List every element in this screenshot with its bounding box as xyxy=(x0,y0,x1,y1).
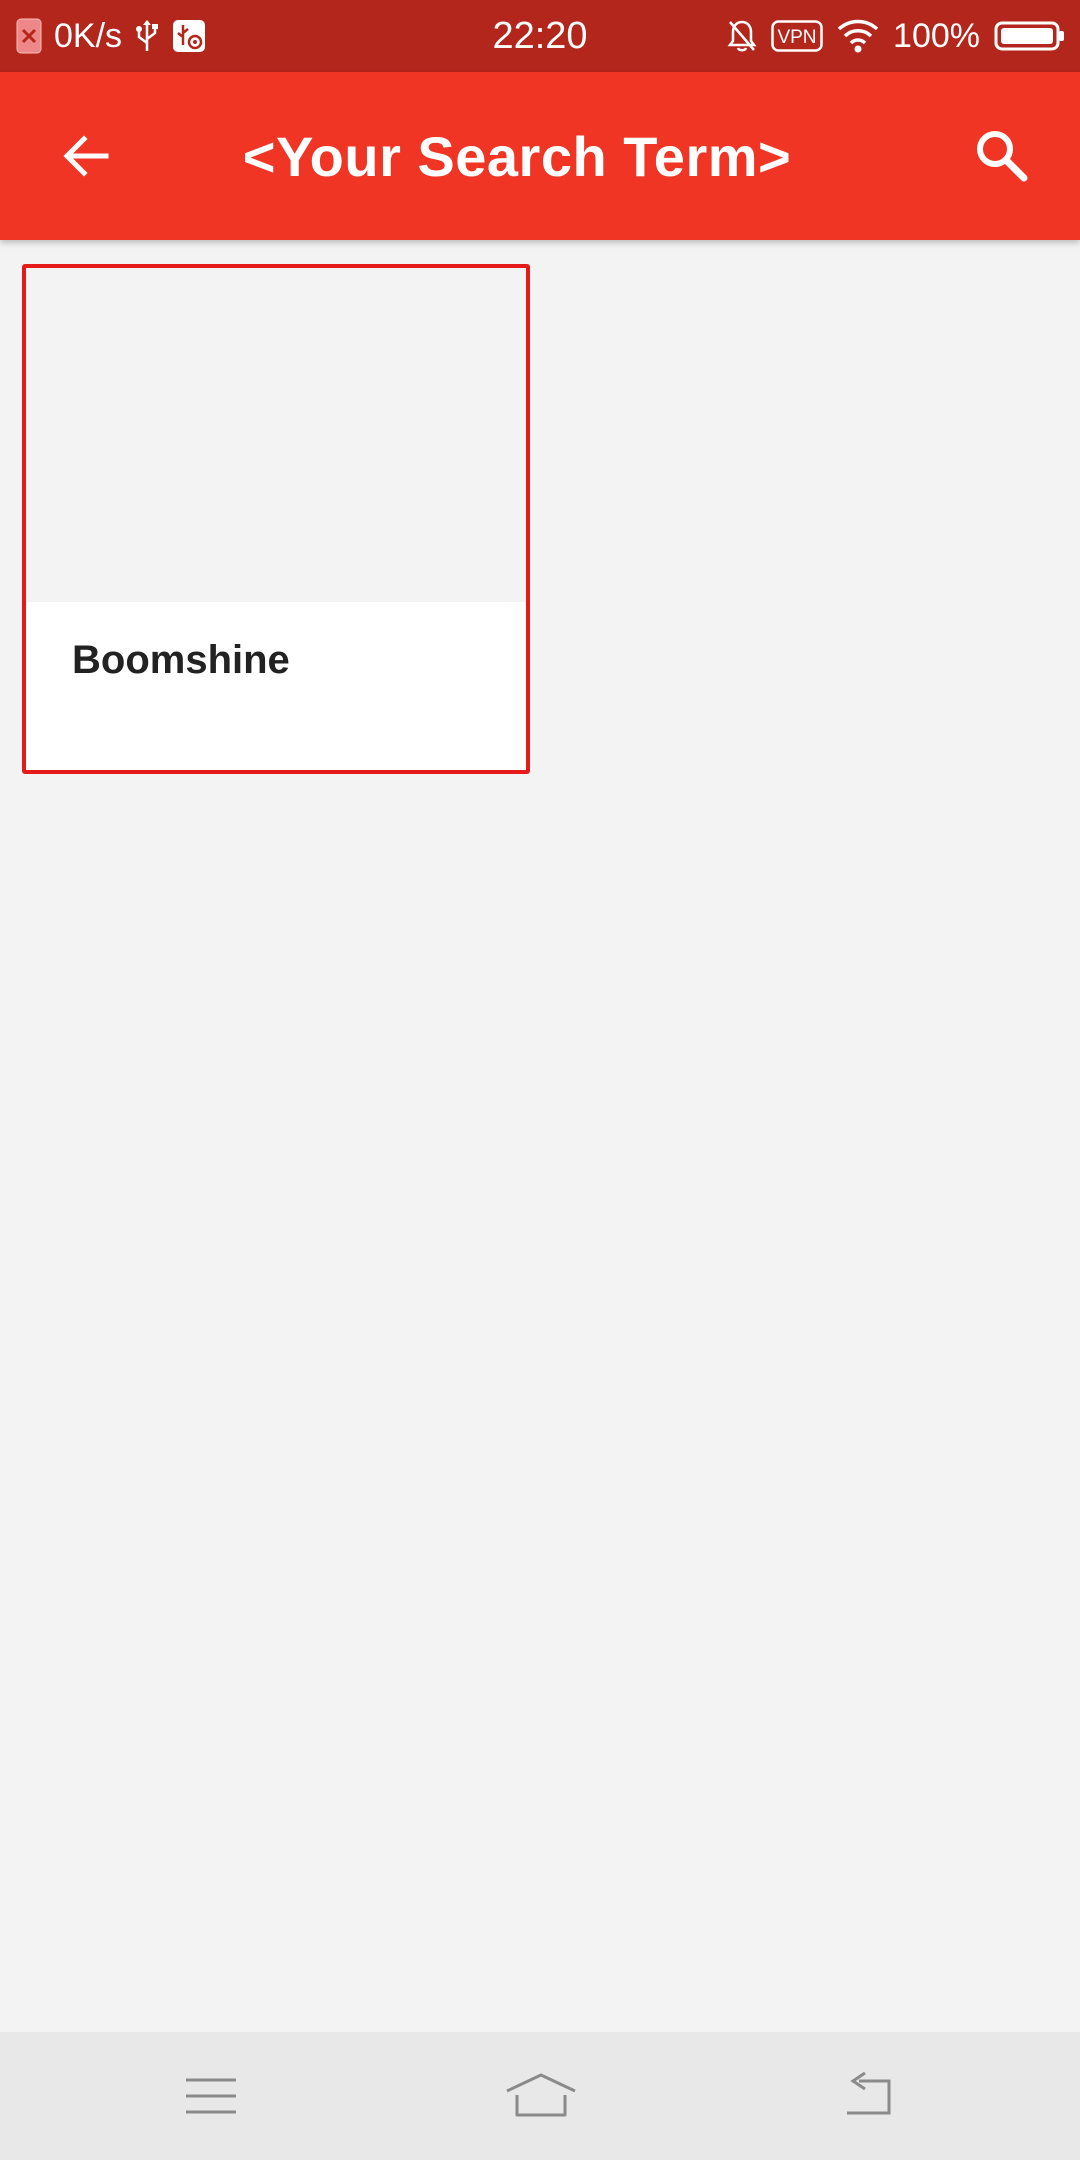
results-grid: Boomshine xyxy=(0,240,1080,2032)
app-bar: <Your Search Term> xyxy=(0,72,1080,240)
home-icon xyxy=(506,2073,576,2117)
card-title: Boomshine xyxy=(72,638,290,682)
battery-icon xyxy=(994,19,1066,53)
app-screen: 0K/s 22:20 VPN 100% <Your Search Term> B… xyxy=(0,0,1080,2160)
sim-error-icon xyxy=(16,18,42,54)
page-title: <Your Search Term> xyxy=(242,124,792,188)
card-image xyxy=(26,268,526,602)
nav-back-button[interactable] xyxy=(824,2056,914,2136)
search-button[interactable] xyxy=(960,114,1044,198)
navigation-bar xyxy=(0,2032,1080,2160)
card-footer: Boomshine xyxy=(26,602,526,770)
notifications-off-icon xyxy=(727,19,757,53)
vpn-icon: VPN xyxy=(771,19,823,53)
status-right: VPN 100% xyxy=(727,0,1066,72)
result-card[interactable]: Boomshine xyxy=(22,264,530,774)
menu-icon xyxy=(186,2078,236,2114)
network-speed: 0K/s xyxy=(54,16,123,55)
nav-menu-button[interactable] xyxy=(166,2056,256,2136)
usb-icon xyxy=(134,19,160,53)
nav-back-icon xyxy=(847,2071,891,2115)
nav-home-button[interactable] xyxy=(496,2056,586,2136)
usb-debug-icon xyxy=(172,19,206,53)
vpn-label: VPN xyxy=(777,27,816,48)
battery-percentage: 100% xyxy=(893,16,980,55)
search-icon xyxy=(977,131,1028,182)
status-left: 0K/s xyxy=(16,0,206,72)
wifi-icon xyxy=(837,19,879,53)
status-bar: 0K/s 22:20 VPN 100% xyxy=(0,0,1080,72)
